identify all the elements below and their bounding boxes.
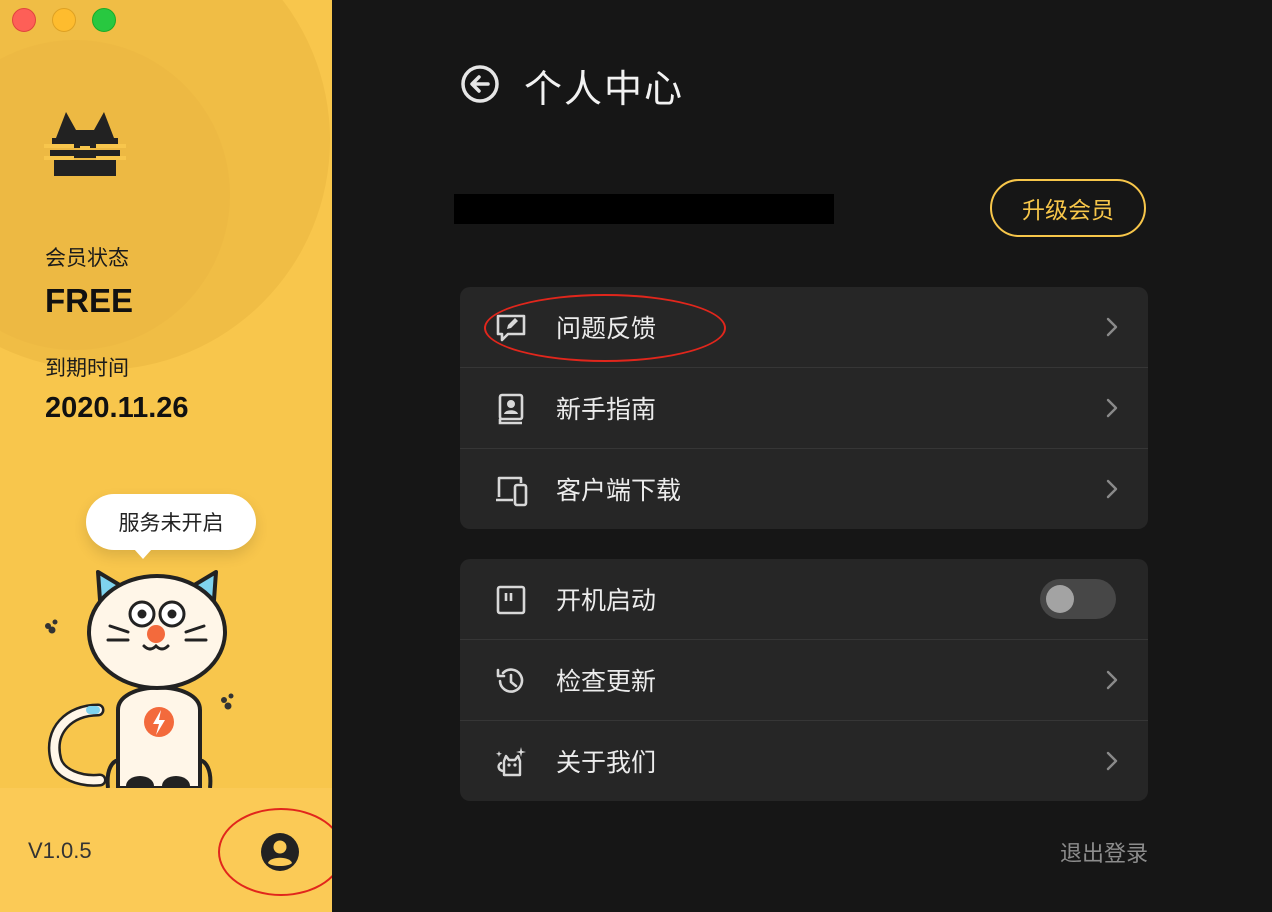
menu-card-support: 问题反馈 新手指南 客户端下载: [460, 287, 1148, 529]
expiry-label: 到期时间: [45, 356, 129, 380]
expiry-date: 2020.11.26: [45, 392, 189, 424]
menu-item-startup: 开机启动: [460, 559, 1148, 639]
cat-mascot-illustration: [45, 570, 234, 788]
chevron-right-icon: [1106, 479, 1118, 499]
guide-book-icon: [498, 393, 524, 425]
upgrade-membership-button[interactable]: 升级会员: [990, 179, 1146, 237]
toggle-knob: [1046, 585, 1074, 613]
close-window-button[interactable]: [12, 8, 36, 32]
menu-item-feedback[interactable]: 问题反馈: [460, 287, 1148, 367]
membership-status-value: FREE: [45, 282, 134, 319]
cat-logo-icon: [44, 112, 126, 176]
redacted-username: [454, 194, 834, 224]
history-icon: [496, 668, 524, 693]
zoom-window-button[interactable]: [92, 8, 116, 32]
app-version: V1.0.5: [28, 838, 92, 863]
service-status-text: 服务未开启: [118, 511, 224, 535]
window-controls: [12, 8, 116, 32]
chevron-right-icon: [1106, 670, 1118, 690]
chevron-right-icon: [1106, 398, 1118, 418]
menu-item-download[interactable]: 客户端下载: [460, 448, 1148, 529]
menu-card-settings: 开机启动 检查更新 关于我们: [460, 559, 1148, 801]
logout-link[interactable]: 退出登录: [1060, 836, 1148, 868]
menu-item-label: 问题反馈: [556, 314, 657, 343]
chevron-right-icon: [1106, 751, 1118, 771]
menu-item-guide[interactable]: 新手指南: [460, 367, 1148, 448]
chevron-right-icon: [1106, 317, 1118, 337]
devices-icon: [496, 476, 528, 507]
cat-sparkle-icon: [496, 747, 526, 777]
feedback-icon: [496, 314, 526, 342]
menu-item-check-update[interactable]: 检查更新: [460, 639, 1148, 720]
menu-item-label: 开机启动: [556, 586, 657, 615]
menu-item-label: 关于我们: [556, 748, 657, 777]
menu-item-label: 客户端下载: [556, 476, 682, 505]
startup-icon: [496, 585, 526, 615]
menu-item-label: 检查更新: [556, 667, 657, 696]
membership-status-label: 会员状态: [45, 246, 129, 270]
page-title: 个人中心: [524, 67, 685, 111]
app-window: 会员状态 FREE 到期时间 2020.11.26 服务未开启 V1.0.5 个…: [0, 0, 1272, 912]
main-panel: 个人中心 升级会员 问题反馈 新手指南 客户端下载 开机启动 检查更新 关于我们…: [332, 0, 1272, 912]
sidebar: 会员状态 FREE 到期时间 2020.11.26 服务未开启 V1.0.5: [0, 0, 332, 912]
menu-item-about[interactable]: 关于我们: [460, 720, 1148, 801]
startup-toggle[interactable]: [1040, 579, 1116, 619]
minimize-window-button[interactable]: [52, 8, 76, 32]
back-arrow-icon[interactable]: [460, 64, 500, 104]
menu-item-label: 新手指南: [556, 395, 657, 424]
service-status-bubble: 服务未开启: [86, 494, 256, 559]
user-avatar-icon[interactable]: [260, 832, 300, 872]
